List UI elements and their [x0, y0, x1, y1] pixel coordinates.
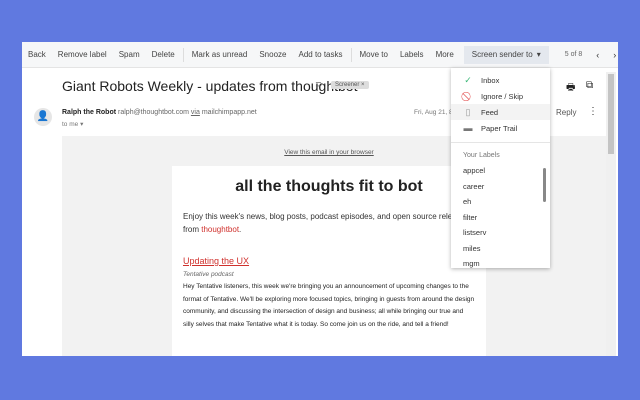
- block-icon: ⃠: [463, 91, 473, 102]
- email-subject: Giant Robots Weekly - updates from thoug…: [62, 78, 358, 94]
- menu-item-inbox[interactable]: ✓ Inbox: [451, 72, 550, 88]
- labels-heading: Your Labels: [463, 152, 500, 159]
- snooze-button[interactable]: Snooze: [253, 50, 292, 59]
- important-icon[interactable]: ⊃: [315, 79, 323, 90]
- caret-down-icon: ▾: [536, 50, 541, 59]
- pagination: 5 of 8: [564, 51, 583, 58]
- label-tag-text: Screener: [335, 82, 360, 88]
- divider: [182, 47, 184, 62]
- prev-icon[interactable]: ‹: [596, 50, 599, 60]
- intro-text-end: .: [239, 225, 242, 234]
- move-to-button[interactable]: Move to: [354, 50, 394, 59]
- menu-item-paper-trail[interactable]: ▬ Paper Trail: [451, 120, 550, 136]
- label-tag[interactable]: Screener ×: [331, 81, 369, 89]
- to-me: to me: [62, 121, 79, 128]
- back-button[interactable]: Back: [22, 50, 52, 59]
- label-item[interactable]: mgm: [451, 256, 550, 268]
- menu-item-label: Inbox: [481, 75, 500, 85]
- remove-label-button[interactable]: Remove label: [52, 50, 113, 59]
- label-item[interactable]: appcel: [451, 163, 550, 179]
- label-item[interactable]: eh: [451, 194, 550, 210]
- via-domain: mailchimpapp.net: [201, 109, 257, 116]
- screen-sender-label: Screen sender to: [471, 50, 533, 59]
- label-item[interactable]: filter: [451, 210, 550, 226]
- toolbar: Back Remove label Spam Delete Mark as un…: [22, 42, 618, 68]
- label-item[interactable]: listserv: [451, 225, 550, 241]
- menu-item-label: Paper Trail: [481, 123, 518, 133]
- check-circle-icon: ✓: [464, 74, 472, 85]
- more-button[interactable]: More: [430, 50, 460, 59]
- divider: [451, 142, 550, 143]
- menu-item-feed[interactable]: ▯ Feed: [451, 104, 550, 120]
- labels-button[interactable]: Labels: [394, 50, 430, 59]
- article-subtitle: Tentative podcast: [183, 271, 234, 278]
- newsletter-card: all the thoughts fit to bot Enjoy this w…: [172, 166, 486, 356]
- via-text: via: [190, 109, 200, 116]
- screen-sender-menu: ✓ Inbox ⃠ Ignore / Skip ▯ Feed ▬ Paper Trail…: [451, 68, 550, 268]
- menu-item-label: Feed: [481, 107, 499, 117]
- article-body: Hey Tentative listeners, this week we're…: [183, 283, 475, 328]
- delete-button[interactable]: Delete: [146, 50, 181, 59]
- menu-item-ignore[interactable]: ⃠ Ignore / Skip: [451, 88, 550, 104]
- sender-email: ralph@thoughtbot.com: [118, 109, 189, 116]
- avatar: 👤: [34, 108, 52, 126]
- divider: [350, 47, 352, 62]
- scrollbar-thumb[interactable]: [608, 74, 614, 154]
- scrollbar[interactable]: [606, 72, 616, 356]
- next-icon[interactable]: ›: [613, 50, 616, 60]
- menu-item-label: Ignore / Skip: [481, 91, 524, 101]
- label-item[interactable]: miles: [451, 241, 550, 257]
- add-to-tasks-button[interactable]: Add to tasks: [292, 50, 348, 59]
- article-title-link[interactable]: Updating the UX: [183, 256, 475, 266]
- document-icon: ▯: [465, 106, 471, 117]
- remove-tag-icon[interactable]: ×: [361, 82, 365, 88]
- sender-name: Ralph the Robot: [62, 109, 117, 116]
- newsletter-heading: all the thoughts fit to bot: [235, 178, 423, 195]
- sender-info: Ralph the Robot ralph@thoughtbot.com via…: [62, 109, 257, 116]
- menu-scrollbar[interactable]: [543, 168, 546, 202]
- thoughtbot-link[interactable]: thoughtbot: [201, 225, 239, 234]
- intro-text: Enjoy this week's news, blog posts, podc…: [183, 210, 475, 236]
- folder-icon: ▬: [463, 123, 473, 133]
- mark-unread-button[interactable]: Mark as unread: [186, 50, 254, 59]
- label-item[interactable]: career: [451, 179, 550, 195]
- print-icon[interactable]: 🖶: [566, 80, 575, 97]
- screen-sender-button[interactable]: Screen sender to ▾: [463, 45, 549, 64]
- spam-button[interactable]: Spam: [113, 50, 146, 59]
- reply-button[interactable]: Reply: [556, 108, 576, 117]
- more-vert-icon[interactable]: ⋮: [588, 106, 598, 117]
- email-date: Fri, Aug 21, 8: [414, 109, 453, 116]
- recipient-toggle[interactable]: to me ▾: [62, 120, 83, 128]
- open-new-window-icon[interactable]: ⧉: [586, 80, 593, 91]
